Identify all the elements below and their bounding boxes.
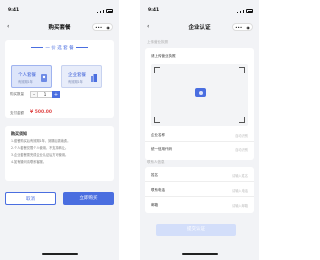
field-label: 联系电话 — [151, 188, 165, 192]
price-value: ¥ 500.00 — [30, 110, 53, 115]
status-time: 9:41 — [8, 8, 20, 13]
note-item: 1.套餐购买后有效期1年，到期后需续费。 — [11, 139, 71, 143]
field-label: 统一信用代码 — [151, 147, 172, 151]
status-time: 9:41 — [148, 8, 160, 13]
signal-battery-icons — [97, 9, 113, 13]
page-title: 企业认证 — [188, 25, 211, 31]
person-icon — [41, 74, 47, 82]
group-label-contact: 联系人信息 — [147, 160, 165, 164]
upload-hint: 请上传营业执照 — [151, 54, 176, 58]
price-label: 支付金额 — [10, 111, 24, 115]
license-upload-area[interactable] — [151, 64, 248, 126]
package-personal[interactable]: 个人套餐 有效期1年 — [11, 65, 52, 88]
home-indicator — [41, 253, 78, 255]
nav-bar: ‹ 购买套餐 ••• ◉ — [0, 21, 119, 33]
notes-title: 购买须知 — [11, 131, 27, 136]
battery-icon — [246, 9, 253, 13]
close-icon[interactable]: ◉ — [246, 25, 250, 30]
battery-icon — [106, 9, 113, 13]
quantity-value[interactable]: 1 — [38, 91, 52, 98]
camera-icon[interactable] — [195, 88, 206, 97]
status-bar: 9:41 — [0, 8, 119, 15]
minus-button[interactable]: - — [30, 91, 38, 98]
nav-bar: ‹ 企业认证 ••• ◉ — [140, 21, 259, 33]
quantity-stepper[interactable]: - 1 + — [30, 91, 60, 98]
field-label: 企业名称 — [151, 133, 165, 137]
field-value: 自动识别 — [235, 134, 248, 138]
package-sub: 有效期1年 — [18, 80, 33, 84]
notes-card: 购买须知 1.套餐购买后有效期1年，到期后需续费。 2.个人套餐仅限个人使用，不… — [5, 126, 114, 181]
field-phone[interactable]: 联系电话 请输入电话 — [145, 183, 254, 197]
package-card: 一 价 选 套 餐 个人套餐 有效期1年 企业套餐 有效期1年 — [5, 40, 114, 118]
package-name: 企业套餐 — [68, 73, 86, 78]
field-label: 姓名 — [151, 173, 158, 177]
more-icon[interactable]: ••• — [235, 25, 242, 30]
back-icon[interactable]: ‹ — [7, 23, 9, 30]
note-item: 2.个人套餐仅限个人使用，不支持转让。 — [11, 146, 69, 150]
more-icon[interactable]: ••• — [95, 25, 102, 30]
close-icon[interactable]: ◉ — [106, 25, 110, 30]
field-placeholder: 请输入电话 — [232, 189, 248, 193]
section-title: 一 价 选 套 餐 — [5, 45, 114, 51]
package-name: 个人套餐 — [18, 73, 36, 78]
package-enterprise[interactable]: 企业套餐 有效期1年 — [61, 65, 102, 88]
contact-card: 姓名 请输入姓名 联系电话 请输入电话 邮箱 请输入邮箱 — [145, 167, 254, 213]
field-label: 邮箱 — [151, 203, 158, 207]
license-card: 请上传营业执照 企业名称 自动识别 统一信用代码 自动识别 — [145, 48, 254, 160]
group-label-license: 上传营业执照 — [147, 40, 168, 44]
page-title: 购买套餐 — [48, 25, 71, 31]
submit-button[interactable]: 提交认证 — [156, 224, 236, 236]
mini-program-capsule: ••• ◉ — [92, 23, 113, 31]
plus-button[interactable]: + — [52, 91, 60, 98]
status-bar: 9:41 — [140, 8, 259, 15]
package-sub: 有效期1年 — [68, 80, 83, 84]
quantity-label: 购买数量 — [10, 92, 24, 96]
mini-program-capsule: ••• ◉ — [232, 23, 253, 31]
field-placeholder: 请输入姓名 — [232, 174, 248, 178]
building-icon — [91, 74, 97, 82]
back-icon[interactable]: ‹ — [147, 23, 149, 30]
field-credit-code[interactable]: 统一信用代码 自动识别 — [145, 142, 254, 156]
field-value: 自动识别 — [235, 148, 248, 152]
buy-now-button[interactable]: 立即购买 — [63, 192, 114, 205]
field-company-name[interactable]: 企业名称 自动识别 — [145, 128, 254, 142]
signal-battery-icons — [237, 9, 253, 13]
note-item: 4.如有疑问请联系客服。 — [11, 160, 46, 164]
cancel-button[interactable]: 取消 — [5, 192, 56, 205]
enterprise-auth-screen: 9:41 ‹ 企业认证 ••• ◉ 上传营业执照 请上传营业执照 企业名称 自动… — [140, 0, 259, 260]
note-item: 3.企业套餐需完成企业认证后方可使用。 — [11, 153, 69, 157]
field-name[interactable]: 姓名 请输入姓名 — [145, 168, 254, 182]
purchase-screen: 9:41 ‹ 购买套餐 ••• ◉ 一 价 选 套 餐 个人套餐 有效期1年 企… — [0, 0, 119, 260]
home-indicator — [181, 253, 218, 255]
field-email[interactable]: 邮箱 请输入邮箱 — [145, 198, 254, 212]
field-placeholder: 请输入邮箱 — [232, 204, 248, 208]
